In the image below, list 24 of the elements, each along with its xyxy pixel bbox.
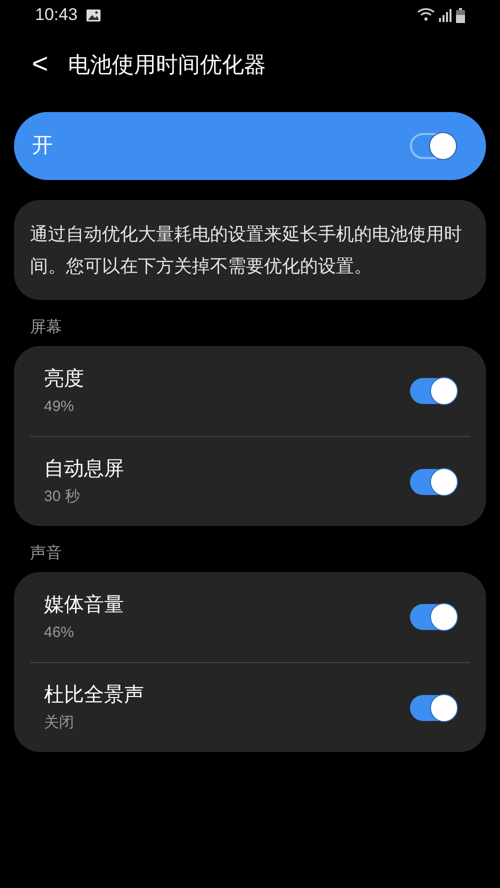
image-icon	[86, 8, 101, 22]
setting-value: 46%	[44, 622, 76, 643]
page-title: 电池使用时间优化器	[68, 50, 266, 78]
description-text: 通过自动优化大量耗电的设置来延长手机的电池使用时间。您可以在下方关掉不需要优化的设置。	[30, 223, 463, 278]
back-button[interactable]: <	[28, 50, 52, 78]
toggle-switch[interactable]	[410, 604, 456, 630]
setting-value: 49%	[44, 396, 76, 417]
wifi-icon	[417, 8, 435, 22]
battery-icon	[456, 8, 465, 22]
section-header: 屏幕	[30, 318, 63, 338]
setting-label: 亮度	[44, 366, 84, 392]
status-time: 10:43	[35, 4, 78, 26]
toggle-switch[interactable]	[410, 378, 456, 404]
setting-label: 媒体音量	[44, 592, 124, 618]
toggle-switch[interactable]	[410, 468, 456, 494]
toggle-switch[interactable]	[410, 694, 456, 720]
master-switch-label: 开	[32, 133, 53, 160]
setting-label: 自动息屏	[44, 457, 124, 482]
section-header: 声音	[30, 544, 63, 564]
setting-label: 杜比全景声	[44, 683, 144, 708]
master-toggle[interactable]	[410, 133, 456, 159]
setting-value: 30 秒	[44, 487, 81, 508]
setting-value: 关闭	[44, 713, 75, 734]
signal-icon	[439, 8, 452, 22]
